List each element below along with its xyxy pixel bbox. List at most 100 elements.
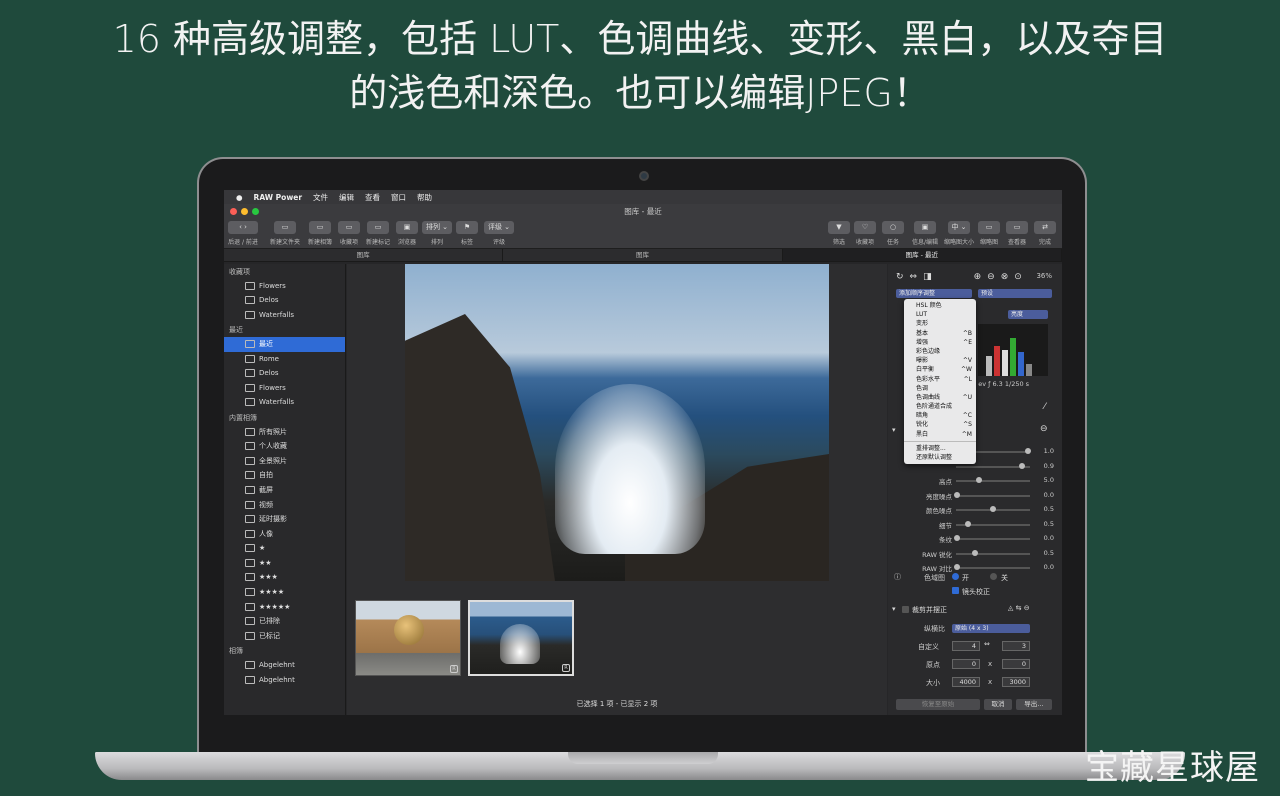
crop-icon[interactable]: ◨ xyxy=(923,272,932,282)
sidebar-item[interactable]: Abgelehnt xyxy=(224,673,345,688)
toolbar-item-7[interactable]: ⚑ 标签 xyxy=(456,221,478,246)
size-width-field[interactable]: 4000 xyxy=(952,677,980,687)
adjust-slider[interactable]: RAW 锐化 0.5 xyxy=(888,546,1062,561)
menu-view[interactable]: 查看 xyxy=(365,192,380,203)
toolbar-button-icon[interactable]: ▣ xyxy=(914,221,937,234)
toolbar-button-icon[interactable]: ⚑ xyxy=(456,221,478,234)
toolbar-right-item-0[interactable]: ▼ 筛选 xyxy=(828,221,850,246)
radio-on[interactable] xyxy=(952,573,959,580)
toolbar-right-item-6[interactable]: ▭ 查看器 xyxy=(1006,221,1028,246)
crop-collapse-icon[interactable]: ▾ xyxy=(892,605,896,613)
adjust-slider[interactable]: 条纹 0.0 xyxy=(888,531,1062,546)
radio-off[interactable] xyxy=(990,573,997,580)
slider-knob[interactable] xyxy=(975,477,982,483)
toolbar-button-icon[interactable]: ▭ xyxy=(338,221,360,234)
sidebar-item[interactable]: 已排除 xyxy=(224,614,345,629)
origin-y-field[interactable]: 0 xyxy=(1002,659,1030,669)
slider-knob[interactable] xyxy=(1024,448,1031,454)
tab-recent[interactable]: 图库 - 最近 xyxy=(782,249,1062,261)
straighten-icon[interactable]: ◬ ⇆ ⊖ xyxy=(1008,604,1030,612)
tab-library-2[interactable]: 图库 xyxy=(503,249,783,261)
slider-track[interactable] xyxy=(956,494,1030,497)
toolbar-right-item-1[interactable]: ♡ 收藏项 xyxy=(854,221,876,246)
flip-icon[interactable]: ⇔ xyxy=(910,272,918,282)
sidebar-item[interactable]: 延时摄影 xyxy=(224,512,345,527)
sidebar-item[interactable]: Waterfalls xyxy=(224,395,345,410)
toolbar-button-icon[interactable]: ▣ xyxy=(396,221,418,234)
adjust-slider[interactable]: 高点 5.0 xyxy=(888,473,1062,488)
menu-item[interactable]: 色阶通道合成 xyxy=(904,402,976,411)
origin-x-field[interactable]: 0 xyxy=(952,659,980,669)
toolbar-item-8[interactable]: 评级 ⌄ 评级 xyxy=(484,221,514,246)
zoom-fit-icon[interactable]: ⊗ xyxy=(1001,272,1009,282)
sidebar-item[interactable]: 截屏 xyxy=(224,483,345,498)
menu-item[interactable]: 暗角 ^C xyxy=(904,411,976,420)
custom-width-field[interactable]: 4 xyxy=(952,641,980,651)
menu-window[interactable]: 窗口 xyxy=(391,192,406,203)
sidebar-item[interactable]: ★★★ xyxy=(224,570,345,585)
sidebar-item[interactable]: ★ xyxy=(224,541,345,556)
menu-item[interactable]: LUT xyxy=(904,310,976,319)
toolbar-button-icon[interactable]: 中 ⌄ xyxy=(948,221,970,234)
slider-track[interactable] xyxy=(956,552,1030,555)
toolbar-item-3[interactable]: ▭ 收藏项 xyxy=(338,221,360,246)
menu-item[interactable]: 基本 ^B xyxy=(904,329,976,338)
toolbar-item-5[interactable]: ▣ 浏览器 xyxy=(396,221,418,246)
close-icon[interactable] xyxy=(230,208,237,215)
slider-knob[interactable] xyxy=(964,520,971,527)
toolbar-right-item-4[interactable]: 中 ⌄ 缩略图大小 xyxy=(944,221,974,246)
sidebar-item[interactable]: 所有照片 xyxy=(224,425,345,440)
swap-icon[interactable]: ⇔ xyxy=(984,640,990,648)
sidebar-item[interactable]: 人像 xyxy=(224,527,345,542)
toolbar-button-icon[interactable]: ♡ xyxy=(854,221,876,234)
sidebar-item[interactable]: Flowers xyxy=(224,381,345,396)
toolbar-button-icon[interactable]: ▭ xyxy=(309,221,331,234)
zoom-in-icon[interactable]: ⊕ xyxy=(974,272,982,282)
sidebar-item[interactable]: Flowers xyxy=(224,279,345,294)
add-adjustment-select[interactable]: 添加顺序调整 xyxy=(896,289,972,298)
toolbar-item-2[interactable]: ▭ 新建相簿 xyxy=(308,221,332,246)
toolbar-button-icon[interactable]: ⇄ xyxy=(1034,221,1056,234)
slider-knob[interactable] xyxy=(954,491,960,498)
sidebar-item[interactable]: 全景照片 xyxy=(224,454,345,469)
slider-knob[interactable] xyxy=(990,506,996,512)
menu-item[interactable]: 曝影 ^V xyxy=(904,356,976,365)
sidebar-item[interactable]: ★★ xyxy=(224,556,345,571)
adjust-slider[interactable]: 细节 0.5 xyxy=(888,517,1062,532)
toolbar-button-icon[interactable]: ▭ xyxy=(1006,221,1028,234)
adjust-slider[interactable]: 颜色噪点 0.5 xyxy=(888,502,1062,517)
menu-item[interactable]: 增强 ^E xyxy=(904,338,976,347)
toolbar-button-icon[interactable]: ▭ xyxy=(978,221,1000,234)
sidebar-item[interactable]: 已标记 xyxy=(224,629,345,644)
sidebar-item[interactable]: Delos xyxy=(224,366,345,381)
rotate-icon[interactable]: ↻ xyxy=(896,272,904,282)
sidebar-item[interactable]: Rome xyxy=(224,352,345,367)
toolbar-button-icon[interactable]: ▼ xyxy=(828,221,850,234)
toolbar-right-item-2[interactable]: ○ 任务 xyxy=(882,221,904,246)
sidebar-item[interactable]: Waterfalls xyxy=(224,308,345,323)
menu-item[interactable]: 白平衡 ^W xyxy=(904,365,976,374)
menu-item[interactable]: 黑白 ^M xyxy=(904,430,976,439)
cancel-button[interactable]: 取消 xyxy=(984,699,1012,710)
toolbar-button-icon[interactable]: ▭ xyxy=(367,221,389,234)
toolbar-button-icon[interactable]: 排列 ⌄ xyxy=(422,221,452,234)
slider-knob[interactable] xyxy=(1018,462,1025,469)
slider-track[interactable] xyxy=(956,538,1030,540)
sidebar-item[interactable]: ★★★★★ xyxy=(224,600,345,615)
menu-item[interactable]: HSL 颜色 xyxy=(904,301,976,310)
histogram-mode-select[interactable]: 亮度 xyxy=(1008,310,1048,319)
sidebar-item[interactable]: 最近 xyxy=(224,336,345,352)
restore-original-button[interactable]: 恢复至原始 xyxy=(896,699,980,710)
thumbnail-seascape[interactable]: R xyxy=(468,600,574,676)
toolbar-item-0[interactable]: ‹ › 后退 / 前进 xyxy=(228,221,258,246)
menu-item[interactable]: 彩色边缘 xyxy=(904,347,976,356)
slider-track[interactable] xyxy=(956,480,1030,482)
toolbar-item-6[interactable]: 排列 ⌄ 排列 xyxy=(422,221,452,246)
menu-edit[interactable]: 编辑 xyxy=(339,192,354,203)
slider-track[interactable] xyxy=(956,567,1030,569)
sidebar-item[interactable]: Delos xyxy=(224,293,345,308)
main-photo[interactable] xyxy=(405,264,829,581)
toolbar-button-icon[interactable]: 评级 ⌄ xyxy=(484,221,514,234)
zoom-icon[interactable] xyxy=(252,208,259,215)
toolbar-button-icon[interactable]: ▭ xyxy=(274,221,296,234)
